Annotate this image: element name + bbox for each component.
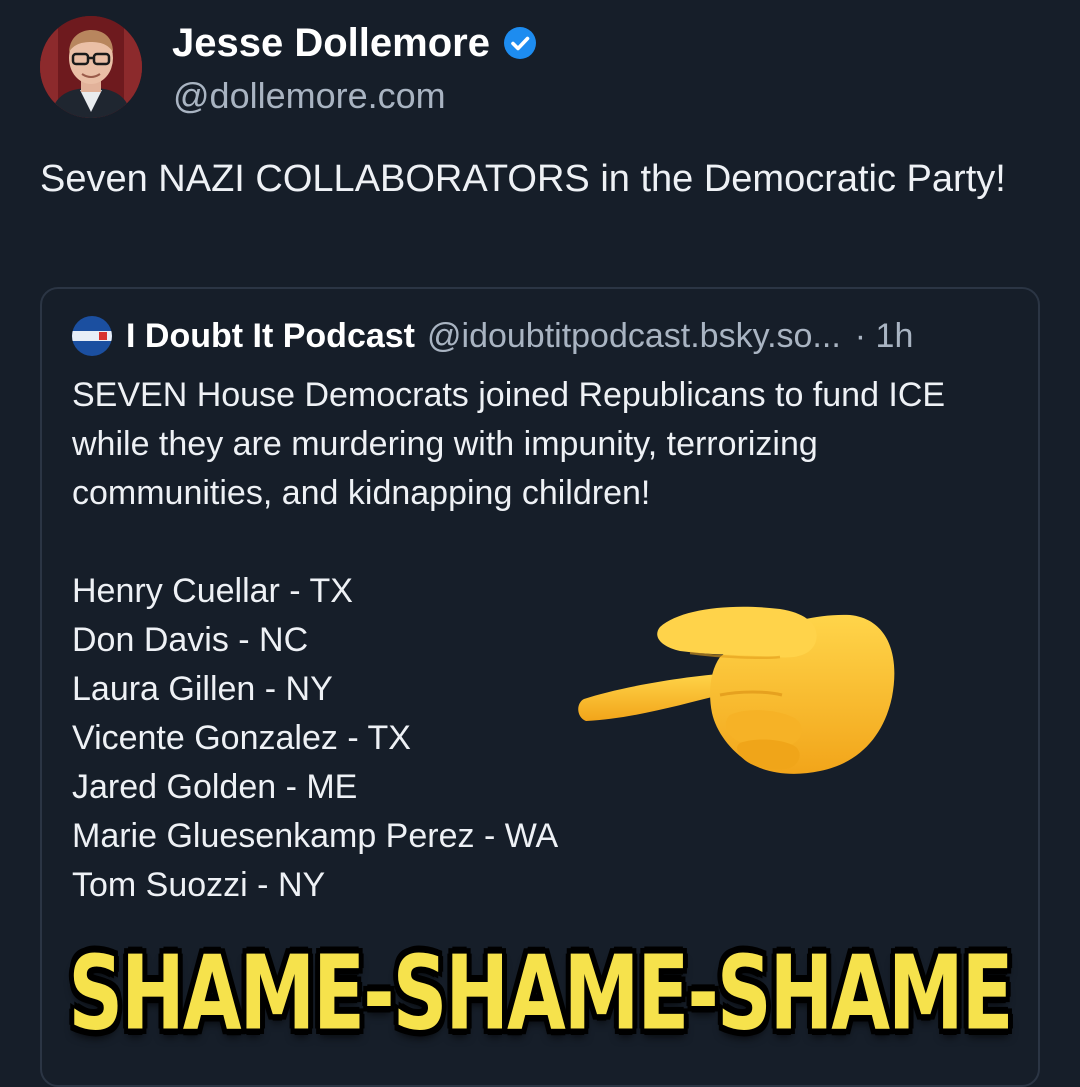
podcast-logo-icon[interactable] [72, 316, 112, 356]
caption-banner: SHAME-SHAME-SHAME [68, 932, 1013, 1053]
pointing-hand-icon [578, 606, 895, 774]
list-item: Tom Suozzi - NY [72, 866, 326, 904]
quoted-post-header: I Doubt It Podcast @idoubtitpodcast.bsky… [72, 311, 1017, 361]
author-name[interactable]: Jesse Dollemore [172, 18, 490, 68]
author-name-row[interactable]: Jesse Dollemore [172, 18, 538, 68]
list-item: Marie Gluesenkamp Perez - WA [72, 817, 559, 855]
author-handle[interactable]: @dollemore.com [173, 72, 446, 120]
post-text: Seven NAZI COLLABORATORS in the Democrat… [40, 158, 1006, 200]
quoted-post-time: · 1h [854, 316, 914, 355]
post: Jesse Dollemore @dollemore.com Seven NAZ… [0, 0, 1080, 1087]
quoted-author-handle[interactable]: @idoubtitpodcast.bsky.so... [427, 317, 841, 356]
quoted-post-paragraph: SEVEN House Democrats joined Republicans… [72, 376, 946, 512]
author-avatar[interactable] [40, 16, 142, 118]
verified-badge-icon [503, 27, 536, 59]
quoted-post-text: SEVEN House Democrats joined Republicans… [72, 371, 1012, 518]
quoted-author-name[interactable]: I Doubt It Podcast [126, 317, 415, 356]
person-avatar-icon [40, 16, 142, 118]
